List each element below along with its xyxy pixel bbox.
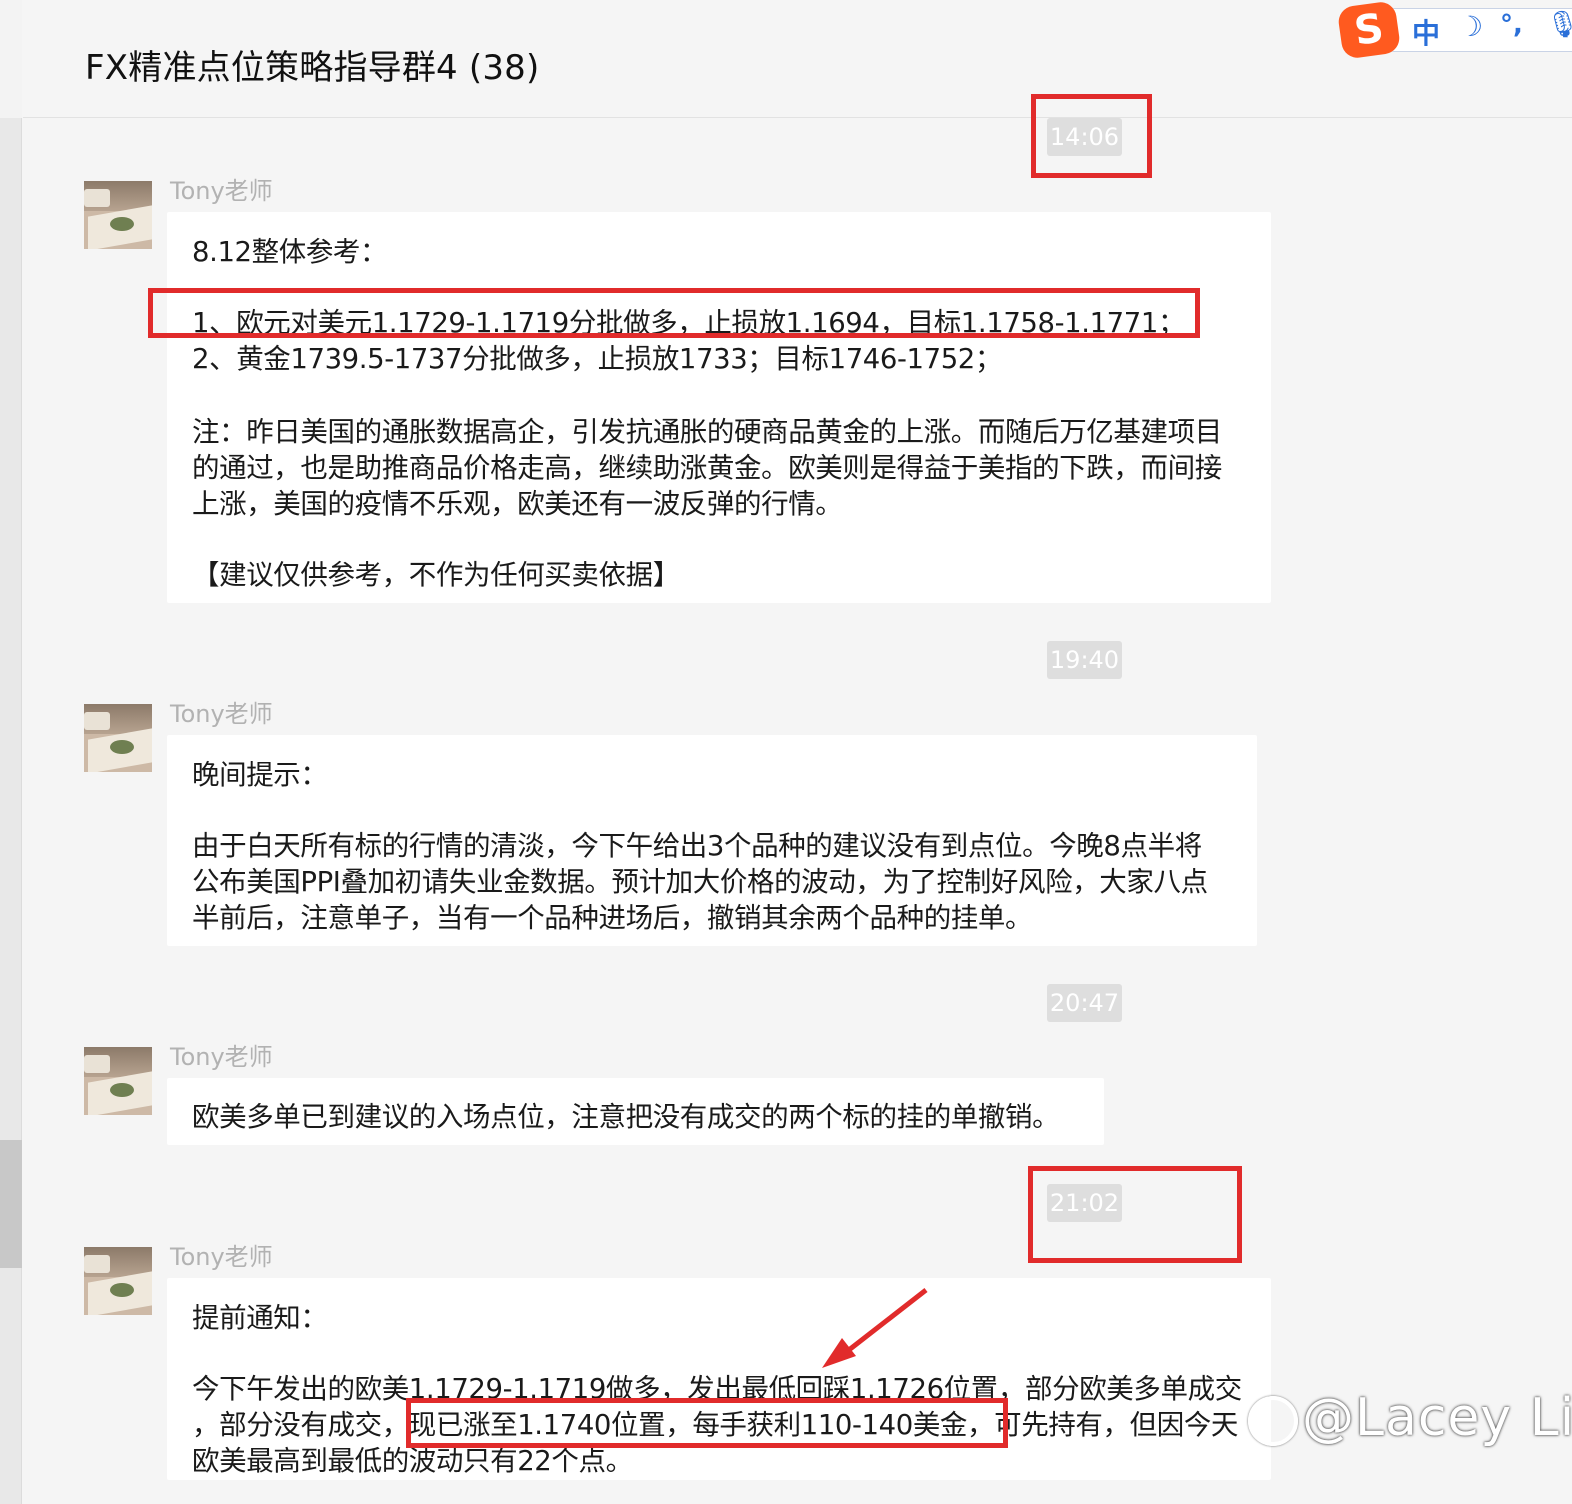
chat-title: FX精准点位策略指导群4 (38) [85,48,540,88]
sogou-logo-icon[interactable]: S [1336,0,1402,60]
weibo-icon [1248,1396,1298,1446]
message-line: 晚间提示： [192,759,328,791]
message-bubble[interactable]: 欧美多单已到建议的入场点位，注意把没有成交的两个标的挂的单撤销。 [167,1078,1104,1145]
sender-name: Tony老师 [170,700,273,728]
message-timestamp: 20:47 [1047,984,1122,1022]
message-timestamp: 19:40 [1047,641,1122,679]
highlight-box-timestamp-2102 [1028,1166,1242,1263]
avatar[interactable] [84,1247,152,1315]
left-panel-top [0,0,22,118]
message-line: 由于白天所有标的行情的清淡，今下午给出3个品种的建议没有到点位。今晚8点半将 [192,830,1202,862]
message-line: 【建议仅供参考，不作为任何买卖依据】 [192,559,680,591]
scrollbar-thumb[interactable] [0,1140,22,1268]
message-bubble[interactable]: 提前通知： 今下午发出的欧美1.1729-1.1719做多，发出最低回踩1.17… [167,1278,1271,1480]
left-panel-edge [0,0,22,1504]
microphone-icon[interactable]: 🎙 [1546,10,1572,40]
highlight-box-profit-line [406,1398,1008,1448]
message-line: 上涨，美国的疫情不乐观，欧美还有一波反弹的行情。 [192,488,843,520]
highlight-box-eurusd-line [148,288,1200,338]
message-line: 欧美多单已到建议的入场点位，注意把没有成交的两个标的挂的单撤销。 [192,1101,1060,1133]
ime-toolbar[interactable]: S 中 ☽ °, 🎙 [1336,0,1572,60]
message-line: 2、黄金1739.5-1737分批做多，止损放1733；目标1746-1752； [192,343,1003,375]
message-line: 8.12整体参考： [192,236,388,268]
punctuation-icon[interactable]: °, [1500,10,1523,40]
avatar[interactable] [84,704,152,772]
sender-name: Tony老师 [170,1243,273,1271]
message-bubble[interactable]: 8.12整体参考： 1、欧元对美元1.1729-1.1719分批做多，止损放1.… [167,212,1271,603]
message-line: 半前后，注意单子，当有一个品种进场后，撤销其余两个品种的挂单。 [192,902,1033,934]
message-bubble[interactable]: 晚间提示： 由于白天所有标的行情的清淡，今下午给出3个品种的建议没有到点位。今晚… [167,735,1257,946]
message-line: 注：昨日美国的通胀数据高企，引发抗通胀的硬商品黄金的上涨。而随后万亿基建项目 [192,416,1222,448]
message-line: 提前通知： [192,1302,328,1334]
message-line: 公布美国PPI叠加初请失业金数据。预计加大价格的波动，为了控制好风险，大家八点 [192,866,1208,898]
watermark-text: @Lacey Li [1302,1388,1572,1448]
avatar[interactable] [84,181,152,249]
highlight-box-timestamp-1406 [1031,94,1152,178]
ime-mode-toggle[interactable]: 中 [1412,12,1440,52]
moon-icon[interactable]: ☽ [1458,10,1483,43]
sender-name: Tony老师 [170,177,273,205]
avatar[interactable] [84,1047,152,1115]
message-line: 的通过，也是助推商品价格走高，继续助涨黄金。欧美则是得益于美指的下跌，而间接 [192,452,1222,484]
watermark: @Lacey Li [1248,1388,1572,1448]
sender-name: Tony老师 [170,1043,273,1071]
